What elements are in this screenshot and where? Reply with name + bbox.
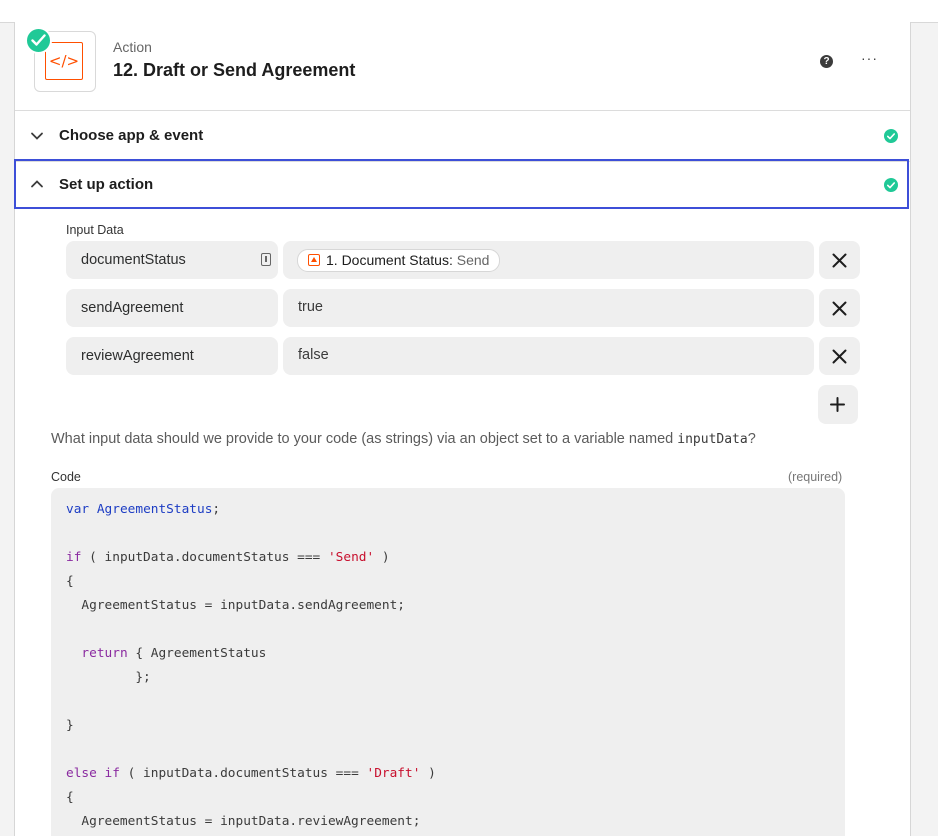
code-line: var AgreementStatus; [66,502,221,517]
input-key-field[interactable]: reviewAgreement [66,337,278,375]
code-line: AgreementStatus = inputData.sendAgreemen… [66,598,405,613]
right-gutter [909,0,938,836]
input-value-text: false [298,347,329,363]
chevron-down-icon [31,132,43,140]
step-complete-check-icon [25,27,52,54]
input-value-field[interactable]: false [283,337,814,375]
step-title[interactable]: 12. Draft or Send Agreement [113,60,355,81]
field-type-icon [261,253,271,266]
code-line: AgreementStatus = inputData.reviewAgreem… [66,814,421,829]
code-line: } [66,718,74,733]
step-header: </> Action 12. Draft or Send Agreement ?… [15,22,910,111]
input-key-field[interactable]: documentStatus [66,241,278,279]
code-brackets-icon: </> [45,42,83,80]
required-label: (required) [788,470,843,484]
code-editor[interactable]: var AgreementStatus; if ( inputData.docu… [51,488,845,836]
help-text-suffix: ? [747,431,756,447]
input-data-row: sendAgreement true [66,289,860,329]
section-complete-check-icon [884,129,898,143]
code-line: }; [66,670,151,685]
input-value-text: true [298,299,323,315]
code-line: { [66,574,74,589]
pill-value: Send [456,252,490,268]
section-set-up-action[interactable]: Set up action [14,159,909,209]
app-step-icon [308,254,320,266]
input-value-field[interactable]: 1. Document Status: Send [283,241,814,279]
input-value-field[interactable]: true [283,289,814,327]
close-icon [832,349,847,364]
section-label: Choose app & event [59,127,204,144]
close-icon [832,301,847,316]
close-icon [832,253,847,268]
add-row-button[interactable] [818,385,858,424]
code-label: Code [51,470,81,484]
input-data-row: documentStatus 1. Document Status: Send [66,241,860,281]
remove-row-button[interactable] [819,289,860,327]
input-data-help-text: What input data should we provide to you… [51,431,756,447]
code-line: { [66,790,74,805]
input-key-text: documentStatus [81,252,186,268]
section-label: Set up action [59,176,154,193]
plus-icon [830,397,845,412]
input-key-field[interactable]: sendAgreement [66,289,278,327]
help-text-prefix: What input data should we provide to you… [51,431,678,447]
left-gutter [0,0,14,836]
help-text-code: inputData [677,432,748,447]
remove-row-button[interactable] [819,241,860,279]
step-type-label: Action [113,39,152,55]
section-choose-app-event[interactable]: Choose app & event [15,111,910,162]
input-data-row: reviewAgreement false [66,337,860,377]
code-line: else if ( inputData.documentStatus === '… [66,766,436,781]
mapped-field-pill[interactable]: 1. Document Status: Send [297,249,501,272]
help-icon[interactable]: ? [820,55,833,68]
remove-row-button[interactable] [819,337,860,375]
code-line: if ( inputData.documentStatus === 'Send'… [66,550,390,565]
chevron-up-icon [31,180,43,188]
more-options-icon[interactable]: ··· [861,50,878,66]
code-line: return { AgreementStatus [81,646,267,661]
pill-label: 1. Document Status: [326,252,453,268]
top-strip [0,0,938,23]
code-content: var AgreementStatus; if ( inputData.docu… [66,498,436,834]
input-key-text: reviewAgreement [81,348,194,364]
section-complete-check-icon [884,178,898,192]
input-data-label: Input Data [66,223,124,237]
input-key-text: sendAgreement [81,300,184,316]
